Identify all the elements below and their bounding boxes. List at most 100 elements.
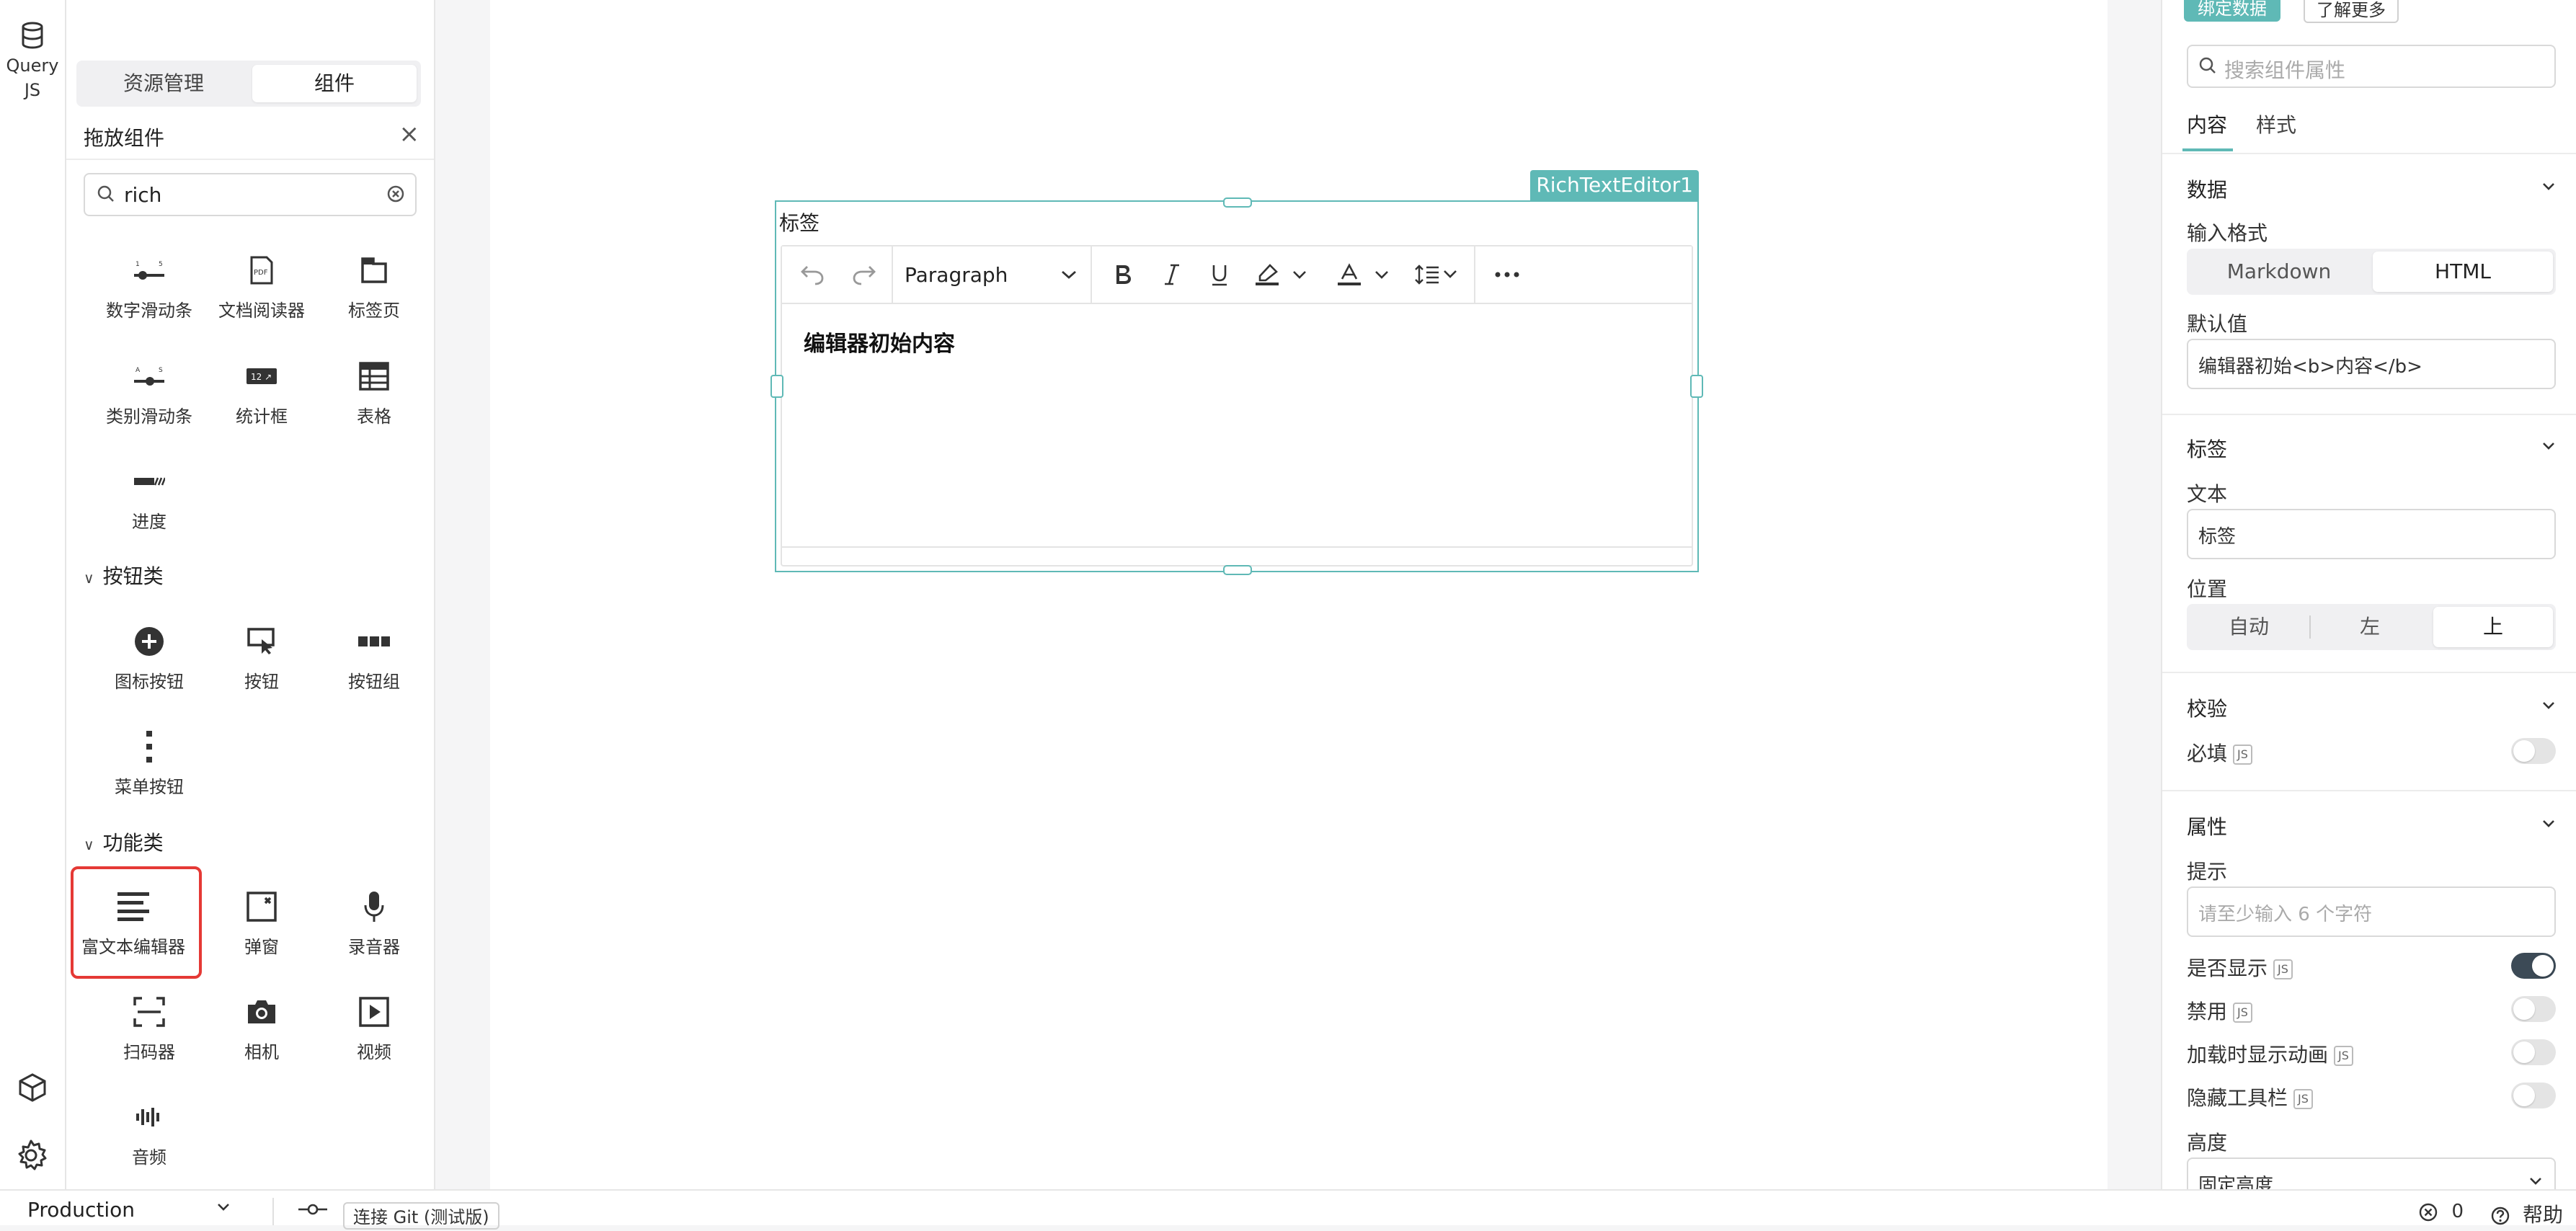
chevron-down-icon[interactable] bbox=[2541, 819, 2556, 829]
section-attributes-title[interactable]: 属性 bbox=[2187, 812, 2227, 840]
position-option-top[interactable]: 上 bbox=[2433, 607, 2553, 647]
component-modal[interactable]: 弹窗 bbox=[208, 885, 316, 958]
disabled-toggle[interactable] bbox=[2511, 996, 2556, 1022]
tab-components[interactable]: 组件 bbox=[252, 65, 417, 102]
section-buttons[interactable]: ∨ 按钮类 bbox=[84, 561, 164, 590]
default-value-label: 默认值 bbox=[2187, 312, 2248, 336]
component-search-input[interactable]: rich bbox=[84, 173, 417, 216]
loading-toggle[interactable] bbox=[2511, 1039, 2556, 1065]
js-badge[interactable]: JS bbox=[2273, 959, 2293, 979]
section-data-title[interactable]: 数据 bbox=[2187, 174, 2227, 203]
component-video[interactable]: 视频 bbox=[320, 990, 428, 1063]
component-table[interactable]: 表格 bbox=[320, 355, 428, 427]
format-option-html[interactable]: HTML bbox=[2373, 252, 2553, 292]
tab-style[interactable]: 样式 bbox=[2256, 110, 2296, 138]
label-text-value: 标签 bbox=[2198, 526, 2237, 548]
block-format-select[interactable]: Paragraph bbox=[905, 246, 1085, 303]
component-audio[interactable]: 音频 bbox=[95, 1096, 203, 1168]
resize-handle-left[interactable] bbox=[770, 375, 783, 398]
resize-handle-top[interactable] bbox=[1223, 197, 1252, 208]
settings-gear-icon[interactable] bbox=[14, 1139, 48, 1172]
help-button[interactable]: 帮助 bbox=[2490, 1199, 2563, 1228]
component-name-tag[interactable]: RichTextEditor1 bbox=[1530, 170, 1699, 200]
component-button[interactable]: 按钮 bbox=[208, 620, 316, 693]
highlight-color-button[interactable] bbox=[1249, 246, 1285, 303]
rich-text-editor-component[interactable]: RichTextEditor1 标签 Paragraph 编辑器初始内容 bbox=[770, 170, 1703, 575]
hint-input[interactable]: 请至少输入 6 个字符 bbox=[2187, 886, 2556, 937]
redo-button[interactable] bbox=[843, 246, 886, 303]
undo-button[interactable] bbox=[791, 246, 834, 303]
connect-git-button[interactable]: 连接 Git (测试版) bbox=[343, 1202, 499, 1230]
position-option-auto[interactable]: 自动 bbox=[2190, 607, 2308, 647]
line-height-button[interactable] bbox=[1409, 246, 1467, 303]
js-badge[interactable]: JS bbox=[2233, 745, 2252, 765]
divider bbox=[2162, 672, 2576, 673]
resize-handle-bottom[interactable] bbox=[1223, 565, 1252, 575]
component-statistic[interactable]: 12 ↗ 统计框 bbox=[208, 355, 316, 427]
svg-text:S: S bbox=[159, 367, 163, 374]
js-badge[interactable]: JS bbox=[2233, 1003, 2252, 1023]
required-toggle[interactable] bbox=[2511, 738, 2556, 764]
more-button[interactable] bbox=[1485, 246, 1529, 303]
property-search-input[interactable]: 搜索组件属性 bbox=[2187, 45, 2556, 88]
cube-icon[interactable] bbox=[17, 1072, 48, 1103]
visible-label: 是否显示 JS bbox=[2187, 953, 2293, 982]
js-badge[interactable]: JS bbox=[2334, 1046, 2353, 1066]
italic-button[interactable] bbox=[1152, 246, 1191, 303]
component-tabs[interactable]: 标签页 bbox=[320, 249, 428, 321]
component-camera[interactable]: 相机 bbox=[208, 990, 316, 1063]
component-rich-text-editor[interactable]: 富文本编辑器 bbox=[79, 885, 187, 958]
component-label: 富文本编辑器 bbox=[81, 937, 185, 957]
component-button-group[interactable]: 按钮组 bbox=[320, 620, 428, 693]
chevron-down-icon[interactable] bbox=[2541, 701, 2556, 711]
component-menu-button[interactable]: 菜单按钮 bbox=[95, 725, 203, 798]
chevron-down-icon[interactable] bbox=[216, 1202, 231, 1212]
kebab-menu-icon bbox=[146, 731, 152, 763]
bind-data-button[interactable]: 绑定数据 bbox=[2184, 0, 2280, 22]
section-validation-title[interactable]: 校验 bbox=[2187, 693, 2227, 722]
component-progress[interactable]: 进度 bbox=[95, 460, 203, 533]
editor-statusbar bbox=[782, 546, 1692, 565]
component-recorder[interactable]: 录音器 bbox=[320, 885, 428, 958]
more-icon bbox=[1495, 272, 1519, 277]
bold-button[interactable] bbox=[1103, 246, 1142, 303]
underline-button[interactable] bbox=[1200, 246, 1239, 303]
format-option-markdown[interactable]: Markdown bbox=[2190, 252, 2368, 292]
chevron-down-icon[interactable] bbox=[2541, 182, 2556, 192]
editor-content[interactable]: 编辑器初始内容 bbox=[804, 326, 955, 357]
query-js-nav[interactable]: Query JS bbox=[0, 22, 65, 102]
environment-select[interactable]: Production bbox=[27, 1198, 135, 1222]
default-value-input[interactable]: 编辑器初始<b>内容</b> bbox=[2187, 339, 2556, 389]
search-icon bbox=[97, 185, 114, 202]
error-indicator[interactable]: 0 bbox=[2418, 1201, 2464, 1222]
text-color-dropdown[interactable] bbox=[1369, 246, 1395, 303]
section-label-title[interactable]: 标签 bbox=[2187, 434, 2227, 463]
component-pdf-reader[interactable]: PDF 文档阅读器 bbox=[208, 249, 316, 321]
chevron-down-icon[interactable] bbox=[2541, 441, 2556, 451]
position-option-left[interactable]: 左 bbox=[2311, 607, 2429, 647]
statistic-icon: 12 ↗ bbox=[247, 368, 277, 384]
position-label: 位置 bbox=[2187, 577, 2228, 601]
hide-toolbar-toggle[interactable] bbox=[2511, 1083, 2556, 1108]
component-label: 文档阅读器 bbox=[218, 301, 305, 321]
tab-resources[interactable]: 资源管理 bbox=[81, 65, 247, 102]
component-category-slider[interactable]: AS 类别滑动条 bbox=[95, 355, 203, 427]
component-number-slider[interactable]: 15 数字滑动条 bbox=[95, 249, 203, 321]
block-format-value: Paragraph bbox=[905, 262, 1008, 287]
resize-handle-right[interactable] bbox=[1690, 375, 1703, 398]
tab-content[interactable]: 内容 bbox=[2187, 110, 2227, 138]
learn-more-button[interactable]: 了解更多 bbox=[2304, 0, 2399, 23]
close-icon[interactable]: × bbox=[399, 120, 420, 148]
underline-icon bbox=[1212, 265, 1227, 286]
component-scanner[interactable]: 扫码器 bbox=[95, 990, 203, 1063]
clear-icon[interactable] bbox=[386, 185, 405, 203]
section-functions[interactable]: ∨ 功能类 bbox=[84, 827, 164, 856]
js-badge[interactable]: JS bbox=[2293, 1089, 2313, 1109]
highlight-color-dropdown[interactable] bbox=[1287, 246, 1313, 303]
text-color-button[interactable] bbox=[1331, 246, 1367, 303]
label-text-input[interactable]: 标签 bbox=[2187, 509, 2556, 559]
visible-toggle[interactable] bbox=[2511, 953, 2556, 979]
component-icon-button[interactable]: 图标按钮 bbox=[95, 620, 203, 693]
divider bbox=[66, 159, 434, 160]
disabled-label: 禁用 JS bbox=[2187, 996, 2252, 1025]
